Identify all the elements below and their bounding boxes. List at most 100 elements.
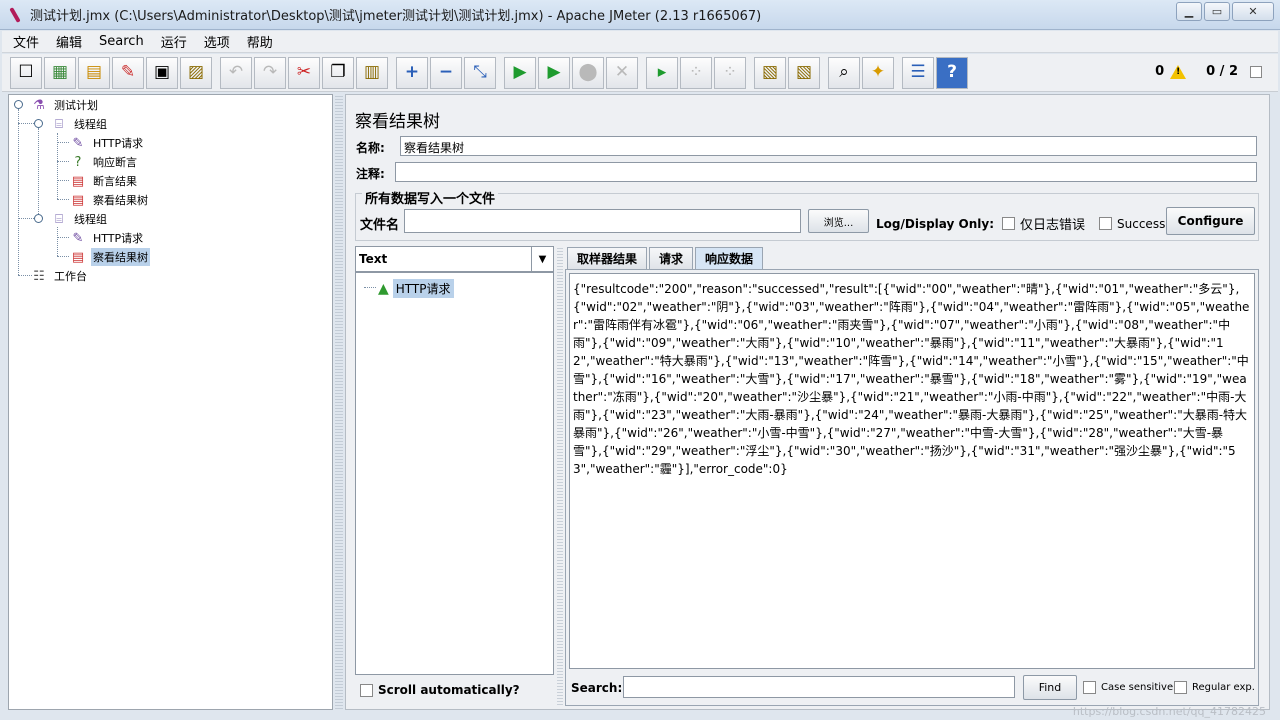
results-splitter[interactable] — [557, 246, 563, 706]
save-button[interactable]: ▣ — [146, 56, 178, 89]
success-triangle-icon: ▲ — [378, 280, 389, 297]
comment-field[interactable] — [395, 162, 1257, 182]
filename-row: 文件名 — [360, 214, 399, 233]
spool-icon: ⌸ — [55, 211, 63, 227]
workbench-icon: ☷ — [33, 268, 45, 284]
pane-splitter[interactable] — [335, 94, 343, 710]
cut-button[interactable]: ✂ — [288, 56, 320, 89]
successes-checkbox[interactable] — [1099, 217, 1113, 230]
tree-node-response-assertion[interactable]: ? 响应断言 — [70, 153, 139, 171]
menu-run[interactable]: 运行 — [150, 32, 193, 51]
spool-icon: ⌸ — [55, 116, 63, 132]
pipette-icon: ✎ — [72, 135, 84, 151]
close-button[interactable]: ✕ — [1232, 2, 1274, 21]
remote-shutdown-button[interactable]: ⁘ — [714, 56, 746, 89]
pipette-icon: ✎ — [72, 230, 84, 246]
tree-node-view-results-tree-selected[interactable]: ▤ 察看结果树 — [70, 248, 150, 266]
errors-only-label: 仅日志错误 — [1020, 218, 1086, 233]
view-results-tree-panel: 察看结果树 名称: 察看结果树 注释: 所有数据写入一个文件 文件名 浏览...… — [345, 94, 1270, 710]
test-plan-tree: ⚗ 测试计划 ⌸ 线程组 ✎ HTTP请求 ? 响应断言 ▤ 断言结果 ▤ 察看… — [8, 94, 333, 710]
filename-field[interactable] — [404, 209, 801, 233]
new-button[interactable]: ☐ — [10, 56, 42, 89]
expander-icon[interactable] — [34, 214, 43, 223]
tab-response-data[interactable]: 响应数据 — [695, 247, 764, 269]
errors-only-checkbox[interactable] — [1002, 217, 1015, 230]
clear-button[interactable]: ▧ — [754, 56, 786, 89]
response-data-panel: {"resultcode":"200","reason":"successed"… — [565, 269, 1259, 706]
templates-button[interactable]: ▦ — [44, 56, 76, 89]
error-count: 0 — [1155, 64, 1165, 79]
tree-node-test-plan[interactable]: ⚗ 测试计划 — [31, 96, 100, 114]
clear-all-button[interactable]: ▧ — [788, 56, 820, 89]
tab-sampler-result[interactable]: 取样器结果 — [567, 247, 648, 269]
tree-node-assertion-results[interactable]: ▤ 断言结果 — [70, 172, 139, 190]
comment-label: 注释: — [356, 167, 385, 181]
write-to-file-legend: 所有数据写入一个文件 — [362, 188, 499, 207]
name-field[interactable]: 察看结果树 — [400, 136, 1257, 156]
function-helper-button[interactable]: ☰ — [902, 56, 934, 89]
tree-node-thread-group[interactable]: ⌸ 线程组 — [51, 210, 109, 228]
menu-options[interactable]: 选项 — [193, 32, 236, 51]
sample-node-http-request[interactable]: ▲ HTTP请求 — [378, 279, 454, 298]
configure-button[interactable]: Configure — [1166, 207, 1255, 235]
menu-file[interactable]: 文件 — [2, 32, 45, 51]
search-button[interactable]: ⌕ — [828, 56, 860, 89]
menu-bar: 文件 编辑 Search 运行 选项 帮助 — [2, 31, 1278, 53]
scroll-automatically-label: Scroll automatically? — [378, 683, 520, 697]
tree-node-http-request[interactable]: ✎ HTTP请求 — [70, 229, 145, 247]
tree-node-view-results-tree[interactable]: ▤ 察看结果树 — [70, 191, 150, 209]
help-button[interactable]: ? — [936, 56, 968, 89]
search-input[interactable] — [623, 676, 1015, 698]
copy-button[interactable]: ❐ — [322, 56, 354, 89]
filename-label: 文件名 — [360, 218, 400, 233]
find-button[interactable]: Find — [1023, 675, 1077, 700]
minimize-button[interactable]: ▁ — [1176, 2, 1202, 21]
expand-button[interactable]: + — [396, 56, 428, 89]
open-button[interactable]: ▤ — [78, 56, 110, 89]
case-sensitive-checkbox[interactable] — [1083, 681, 1096, 694]
stop-button[interactable]: ⬤ — [572, 56, 604, 89]
chart-icon: ▤ — [71, 192, 85, 208]
name-row: 名称: — [356, 139, 385, 156]
tree-node-thread-group[interactable]: ⌸ 线程组 — [51, 115, 109, 133]
start-button[interactable]: ▶ — [504, 56, 536, 89]
renderer-value: Text — [359, 252, 388, 266]
start-no-pause-button[interactable]: ▶ — [538, 56, 570, 89]
comment-row: 注释: — [356, 165, 385, 182]
scroll-automatically-checkbox[interactable] — [360, 683, 373, 697]
regular-expression-checkbox[interactable] — [1174, 681, 1187, 694]
tree-node-http-request[interactable]: ✎ HTTP请求 — [70, 134, 145, 152]
regular-expression-label: Regular exp. — [1192, 682, 1255, 693]
collapse-button[interactable]: − — [430, 56, 462, 89]
redo-button[interactable]: ↷ — [254, 56, 286, 89]
save-as-button[interactable]: ▨ — [180, 56, 212, 89]
tree-node-workbench[interactable]: ☷ 工作台 — [31, 267, 89, 285]
undo-button[interactable]: ↶ — [220, 56, 252, 89]
renderer-select[interactable]: Text ▼ — [355, 246, 554, 272]
case-sensitive-label: Case sensitive — [1101, 682, 1174, 693]
log-display-label: Log/Display Only: — [876, 216, 994, 231]
toggle-button[interactable]: ⤡ — [464, 56, 496, 89]
maximize-button[interactable]: ▭ — [1204, 2, 1230, 21]
response-body-text[interactable]: {"resultcode":"200","reason":"successed"… — [569, 273, 1255, 669]
shutdown-button[interactable]: ✕ — [606, 56, 638, 89]
menu-search[interactable]: Search — [88, 34, 150, 49]
remote-stop-button[interactable]: ⁘ — [680, 56, 712, 89]
expander-icon[interactable] — [14, 100, 23, 109]
browse-button[interactable]: 浏览... — [808, 209, 869, 233]
sample-result-tree: ▲ HTTP请求 — [355, 272, 554, 675]
paste-button[interactable]: ▥ — [356, 56, 388, 89]
reset-search-button[interactable]: ✦ — [862, 56, 894, 89]
menu-help[interactable]: 帮助 — [236, 32, 279, 51]
tab-request[interactable]: 请求 — [649, 247, 694, 269]
menu-edit[interactable]: 编辑 — [45, 32, 88, 51]
chevron-down-icon[interactable]: ▼ — [531, 247, 553, 271]
close-file-button[interactable]: ✎ — [112, 56, 144, 89]
expander-icon[interactable] — [34, 119, 43, 128]
flask-icon: ⚗ — [33, 97, 45, 113]
search-label: Search: — [571, 681, 623, 695]
scroll-automatically-row: Scroll automatically? — [360, 683, 520, 697]
warning-icon[interactable]: ! — [1170, 64, 1187, 79]
name-label: 名称: — [356, 141, 385, 155]
remote-start-button[interactable]: ▸ — [646, 56, 678, 89]
